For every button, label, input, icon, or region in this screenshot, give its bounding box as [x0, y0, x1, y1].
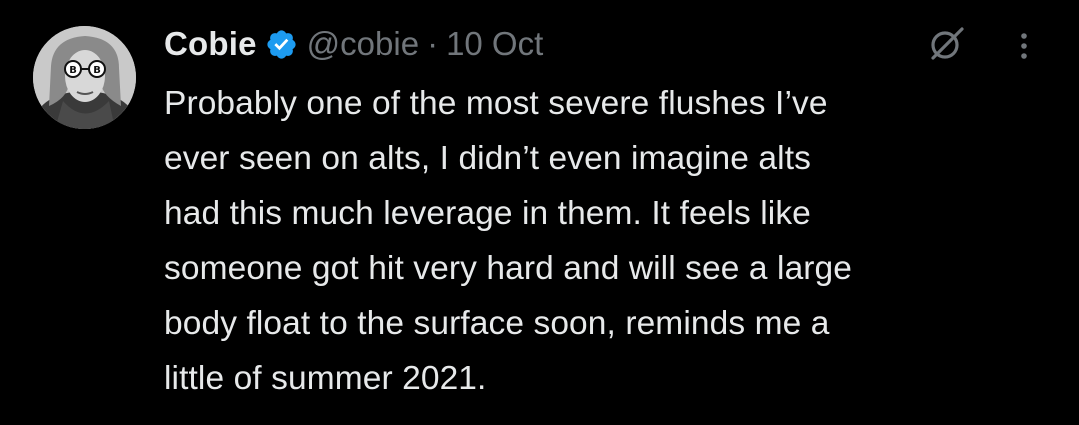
avatar[interactable]: B B — [33, 26, 136, 129]
author-handle[interactable]: @cobie — [307, 25, 419, 63]
author-name[interactable]: Cobie — [164, 25, 257, 63]
grok-icon[interactable] — [924, 22, 968, 66]
svg-text:B: B — [69, 65, 77, 76]
tweet-header: Cobie @cobie · 10 Oct — [164, 22, 543, 66]
tweet[interactable]: B B Cobie @cobie · 10 Oct Probably one o… — [0, 0, 1079, 425]
avatar-image: B B — [33, 26, 136, 129]
more-options-icon[interactable] — [1010, 26, 1038, 66]
svg-text:B: B — [93, 65, 101, 76]
verified-badge-icon[interactable] — [265, 28, 298, 61]
timestamp[interactable]: 10 Oct — [446, 25, 543, 63]
tweet-text: Probably one of the most severe flushes … — [164, 85, 853, 397]
separator-dot: · — [427, 25, 439, 62]
